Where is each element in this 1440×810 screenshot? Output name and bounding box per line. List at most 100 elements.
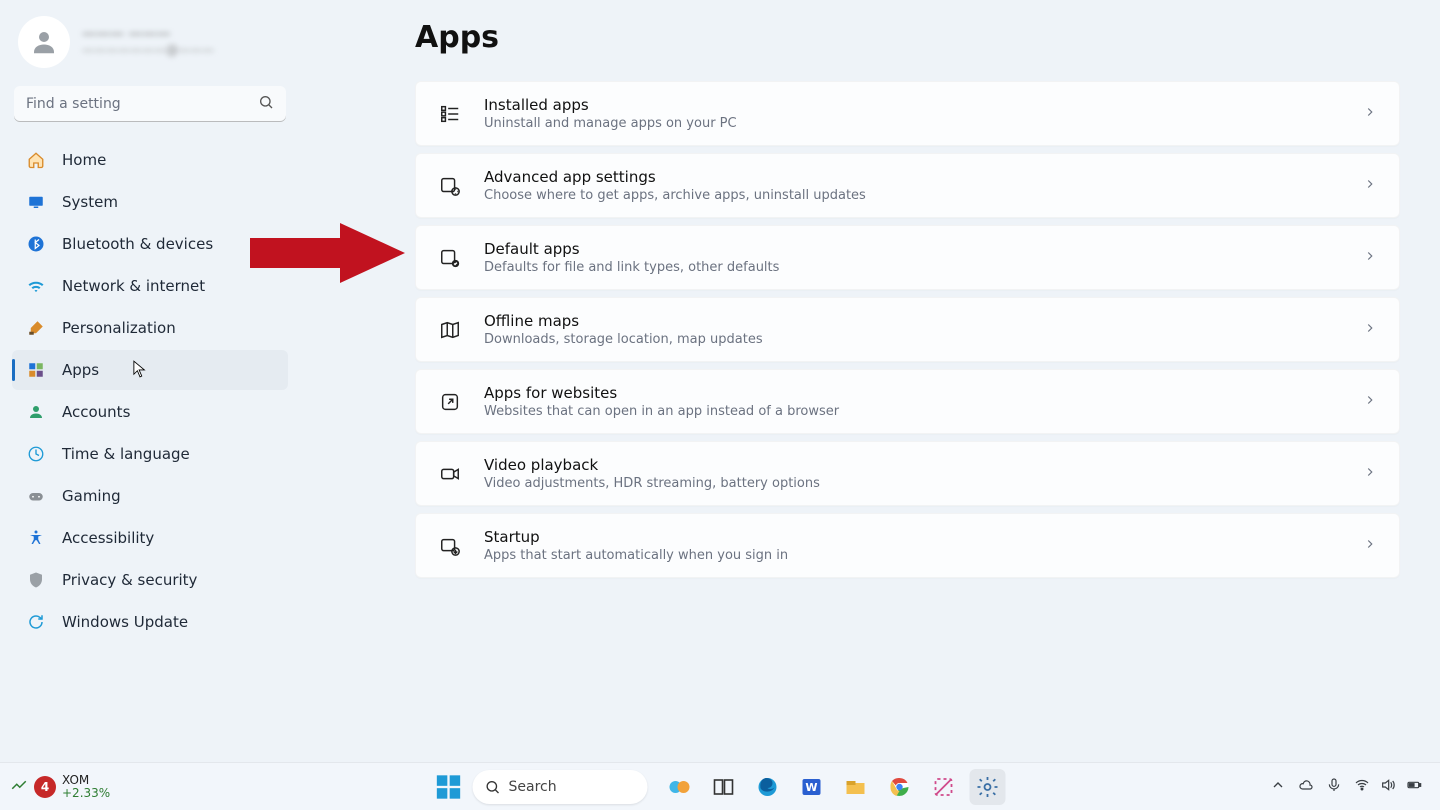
settings-cards: Installed apps Uninstall and manage apps… [415, 81, 1400, 578]
cloud-icon[interactable] [1298, 777, 1314, 797]
taskbar-app-taskview[interactable] [706, 769, 742, 805]
chevron-right-icon [1363, 320, 1377, 339]
sidebar-item-label: Gaming [62, 487, 121, 505]
sidebar-item-label: Accounts [62, 403, 130, 421]
sidebar-nav: Home System Bluetooth & devices [12, 140, 288, 642]
sidebar-item-personalization[interactable]: Personalization [12, 308, 288, 348]
start-button[interactable] [435, 773, 463, 801]
content-area: Apps Installed apps Uninstall and manage… [300, 0, 1440, 762]
sidebar-item-accessibility[interactable]: Accessibility [12, 518, 288, 558]
chevron-right-icon [1363, 248, 1377, 267]
taskbar-app-snipping[interactable] [926, 769, 962, 805]
gamepad-icon [26, 486, 46, 506]
account-name-blurred: ——— ——— ———————@——— [82, 26, 214, 57]
person-icon [29, 27, 59, 57]
wifi-icon [26, 276, 46, 296]
home-icon [26, 150, 46, 170]
taskbar-search-label: Search [509, 779, 557, 795]
search-input[interactable] [14, 86, 286, 122]
card-default-apps[interactable]: Default apps Defaults for file and link … [415, 225, 1400, 290]
card-desc: Apps that start automatically when you s… [484, 548, 1341, 563]
card-title: Default apps [484, 240, 1341, 258]
map-icon [438, 318, 462, 342]
stock-trend-icon [10, 776, 28, 798]
card-title: Video playback [484, 456, 1341, 474]
card-title: Installed apps [484, 96, 1341, 114]
sidebar-item-privacy-security[interactable]: Privacy & security [12, 560, 288, 600]
sidebar-item-apps[interactable]: Apps [12, 350, 288, 390]
sidebar-item-gaming[interactable]: Gaming [12, 476, 288, 516]
settings-sidebar: ——— ——— ———————@——— Home [0, 0, 300, 762]
card-title: Offline maps [484, 312, 1341, 330]
taskbar: 4 XOM +2.33% Search W [0, 762, 1440, 810]
search-icon [258, 94, 274, 114]
stock-change: +2.33% [62, 787, 110, 800]
sidebar-item-time-language[interactable]: Time & language [12, 434, 288, 474]
apps-icon [26, 360, 46, 380]
chevron-right-icon [1363, 392, 1377, 411]
video-icon [438, 462, 462, 486]
sidebar-item-network-internet[interactable]: Network & internet [12, 266, 288, 306]
card-desc: Websites that can open in an app instead… [484, 404, 1341, 419]
card-apps-for-websites[interactable]: Apps for websites Websites that can open… [415, 369, 1400, 434]
card-title: Startup [484, 528, 1341, 546]
card-video-playback[interactable]: Video playback Video adjustments, HDR st… [415, 441, 1400, 506]
avatar [18, 16, 70, 68]
search-icon [485, 779, 501, 795]
default-apps-icon [438, 246, 462, 270]
stock-badge: 4 [34, 776, 56, 798]
card-offline-maps[interactable]: Offline maps Downloads, storage location… [415, 297, 1400, 362]
taskbar-app-copilot[interactable] [662, 769, 698, 805]
card-desc: Defaults for file and link types, other … [484, 260, 1341, 275]
update-icon [26, 612, 46, 632]
sidebar-item-accounts[interactable]: Accounts [12, 392, 288, 432]
svg-text:W: W [805, 781, 817, 794]
system-icon [26, 192, 46, 212]
sidebar-item-label: Apps [62, 361, 99, 379]
stock-symbol: XOM [62, 774, 110, 787]
chevron-up-icon[interactable] [1270, 777, 1286, 797]
microphone-icon[interactable] [1326, 777, 1342, 797]
taskbar-widgets[interactable]: 4 XOM +2.33% [0, 774, 110, 799]
taskbar-search[interactable]: Search [473, 770, 648, 804]
wifi-icon[interactable] [1354, 777, 1370, 797]
sidebar-item-label: Bluetooth & devices [62, 235, 213, 253]
chevron-right-icon [1363, 536, 1377, 555]
sidebar-item-label: Privacy & security [62, 571, 197, 589]
chevron-right-icon [1363, 104, 1377, 123]
card-advanced-app-settings[interactable]: Advanced app settings Choose where to ge… [415, 153, 1400, 218]
sidebar-item-system[interactable]: System [12, 182, 288, 222]
sidebar-item-label: Windows Update [62, 613, 188, 631]
card-desc: Uninstall and manage apps on your PC [484, 116, 1341, 131]
sidebar-item-home[interactable]: Home [12, 140, 288, 180]
card-startup[interactable]: Startup Apps that start automatically wh… [415, 513, 1400, 578]
account-header[interactable]: ——— ——— ———————@——— [12, 8, 288, 86]
system-tray[interactable] [1270, 777, 1440, 797]
taskbar-app-settings[interactable] [970, 769, 1006, 805]
sidebar-item-label: Time & language [62, 445, 190, 463]
sidebar-item-label: Home [62, 151, 106, 169]
card-desc: Choose where to get apps, archive apps, … [484, 188, 1341, 203]
card-installed-apps[interactable]: Installed apps Uninstall and manage apps… [415, 81, 1400, 146]
battery-icon[interactable] [1406, 777, 1422, 797]
page-title: Apps [415, 20, 1400, 55]
sidebar-item-label: Network & internet [62, 277, 205, 295]
bluetooth-icon [26, 234, 46, 254]
sidebar-item-windows-update[interactable]: Windows Update [12, 602, 288, 642]
paintbrush-icon [26, 318, 46, 338]
taskbar-app-word[interactable]: W [794, 769, 830, 805]
sidebar-item-label: System [62, 193, 118, 211]
sidebar-item-bluetooth-devices[interactable]: Bluetooth & devices [12, 224, 288, 264]
taskbar-app-chrome[interactable] [882, 769, 918, 805]
volume-icon[interactable] [1380, 777, 1396, 797]
taskbar-app-explorer[interactable] [838, 769, 874, 805]
taskbar-app-edge[interactable] [750, 769, 786, 805]
card-title: Advanced app settings [484, 168, 1341, 186]
app-gear-icon [438, 174, 462, 198]
accessibility-icon [26, 528, 46, 548]
card-title: Apps for websites [484, 384, 1341, 402]
card-desc: Video adjustments, HDR streaming, batter… [484, 476, 1341, 491]
clock-globe-icon [26, 444, 46, 464]
settings-search[interactable] [14, 86, 286, 122]
accounts-icon [26, 402, 46, 422]
